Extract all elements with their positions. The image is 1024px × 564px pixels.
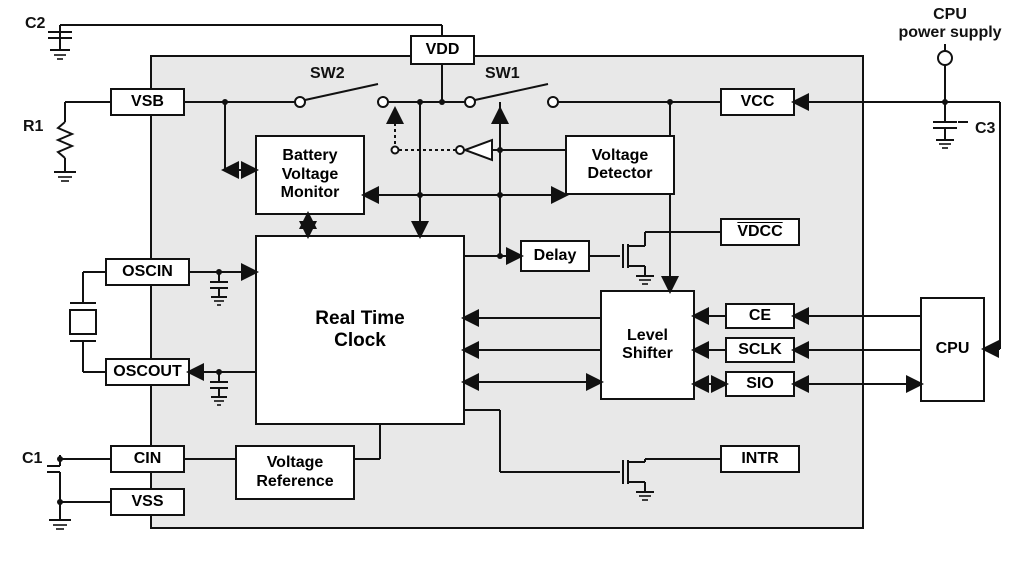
pin-cin: CIN	[110, 445, 185, 473]
block-level-shifter: Level Shifter	[600, 290, 695, 400]
label-c3: C3	[975, 120, 995, 138]
pin-vdd: VDD	[410, 35, 475, 65]
pin-vdcc: VDCC	[720, 218, 800, 246]
pin-sclk: SCLK	[725, 337, 795, 363]
pin-vss: VSS	[110, 488, 185, 516]
pin-sio: SIO	[725, 371, 795, 397]
block-voltage-reference: Voltage Reference	[235, 445, 355, 500]
pin-ce: CE	[725, 303, 795, 329]
block-delay: Delay	[520, 240, 590, 272]
label-sw1: SW1	[485, 65, 520, 83]
block-rtc: Real Time Clock	[255, 235, 465, 425]
pin-vdcc-label: VDCC	[737, 223, 782, 241]
block-diagram: VDD VSB VCC VDCC CE SCLK SIO INTR OSCIN …	[0, 0, 1024, 564]
label-c2: C2	[25, 15, 45, 33]
pin-vcc: VCC	[720, 88, 795, 116]
pin-vsb: VSB	[110, 88, 185, 116]
label-c1: C1	[22, 450, 42, 468]
block-voltage-detector: Voltage Detector	[565, 135, 675, 195]
pin-oscin: OSCIN	[105, 258, 190, 286]
label-r1: R1	[23, 118, 43, 136]
pin-intr: INTR	[720, 445, 800, 473]
block-cpu: CPU	[920, 297, 985, 402]
pin-oscout: OSCOUT	[105, 358, 190, 386]
label-cpu-power-supply: CPU power supply	[890, 6, 1010, 41]
label-sw2: SW2	[310, 65, 345, 83]
block-battery-voltage-monitor: Battery Voltage Monitor	[255, 135, 365, 215]
